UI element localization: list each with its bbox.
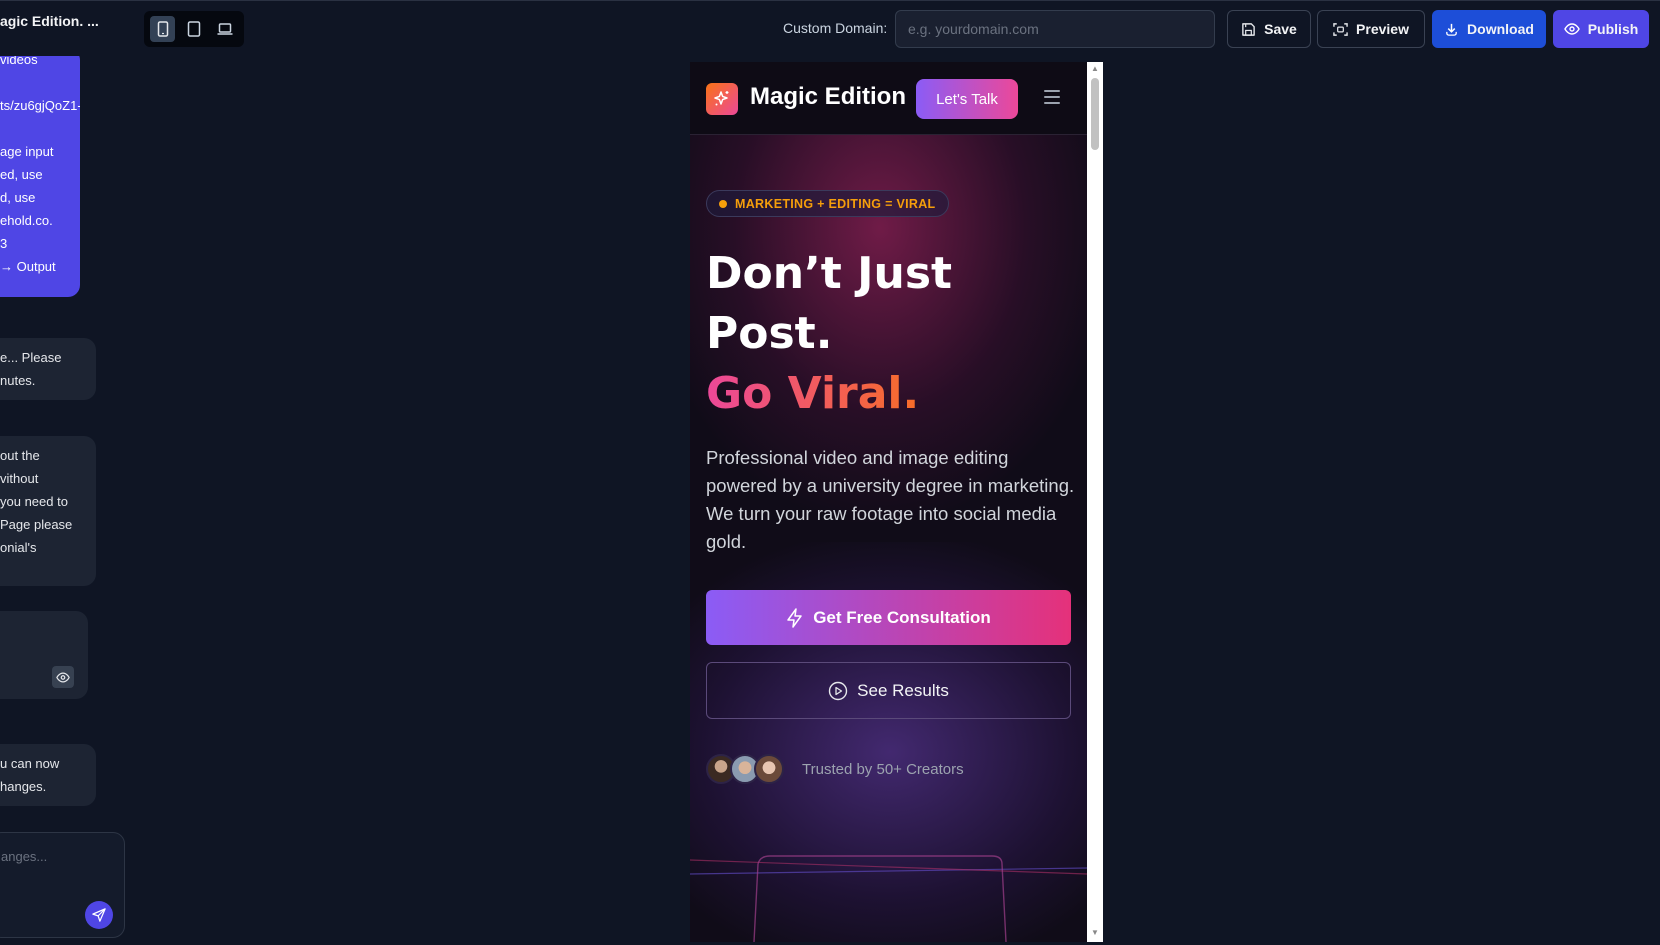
message-line: 3 [0, 236, 8, 251]
hamburger-menu-icon[interactable] [1044, 90, 1060, 104]
lets-talk-button[interactable]: Let's Talk [916, 79, 1018, 119]
message-line: ed, use [0, 167, 43, 182]
preview-button[interactable]: Preview [1317, 10, 1425, 48]
view-version-button[interactable] [52, 666, 74, 688]
message-line: vithout [0, 471, 39, 486]
device-toggle [144, 11, 244, 47]
tablet-icon [187, 21, 201, 37]
chat-input-box[interactable]: anges... [0, 832, 125, 938]
desktop-view-button[interactable] [213, 16, 238, 42]
brand-name[interactable]: Magic Edition [750, 83, 906, 111]
scan-icon [1333, 22, 1348, 36]
message-line: ts/zu6gjQoZ1- [0, 98, 80, 113]
scroll-down-arrow-icon[interactable]: ▼ [1091, 928, 1099, 937]
eye-icon [1563, 23, 1580, 35]
publish-label: Publish [1587, 21, 1639, 37]
hero-badge: MARKETING + EDITING = VIRAL [706, 190, 950, 217]
assistant-message [0, 611, 88, 699]
custom-domain-label: Custom Domain: [783, 20, 888, 36]
message-line: onial's [0, 540, 37, 555]
badge-text: MARKETING + EDITING = VIRAL [735, 196, 936, 211]
preview-scrollbar[interactable] [1091, 78, 1099, 150]
save-icon [1242, 22, 1255, 36]
smartphone-icon [157, 21, 168, 37]
user-message: videos ts/zu6gjQoZ1- age input ed, use d… [0, 56, 80, 297]
see-results-button[interactable]: See Results [706, 662, 1071, 719]
mobile-view-button[interactable] [150, 16, 176, 42]
zap-icon [787, 607, 802, 628]
save-button[interactable]: Save [1227, 10, 1311, 48]
assistant-message: e... Please nutes. [0, 338, 96, 400]
download-button[interactable]: Download [1432, 10, 1546, 48]
message-line: nutes. [0, 373, 36, 388]
message-line: ehold.co. [0, 213, 53, 228]
send-button[interactable] [85, 901, 113, 929]
message-line: out the [0, 448, 40, 463]
avatar [754, 754, 784, 784]
sparkles-icon [714, 91, 729, 106]
badge-dot [719, 199, 727, 208]
play-circle-icon [828, 681, 848, 700]
assistant-message: out the vithout you need to Page please … [0, 436, 96, 586]
message-line: age input [0, 144, 54, 159]
headline-line-1: Don’t Just [706, 248, 953, 299]
message-line: → Output [0, 259, 56, 274]
download-icon [1446, 23, 1457, 36]
top-toolbar: agic Edition. ... Custom Domain: Save Pr… [0, 0, 1660, 56]
scroll-up-arrow-icon[interactable]: ▲ [1091, 64, 1099, 73]
project-title: agic Edition. ... [0, 13, 99, 29]
headline-line-2: Post. [706, 308, 833, 359]
save-label: Save [1264, 21, 1297, 37]
message-line: videos [0, 56, 38, 67]
secondary-cta-label: See Results [857, 680, 949, 700]
trust-text: Trusted by 50+ Creators [802, 761, 964, 778]
brand-logo[interactable] [706, 83, 738, 115]
message-line: e... Please [0, 350, 62, 365]
preview-viewport[interactable]: Magic Edition Let's Talk MARKETING + EDI… [690, 62, 1087, 942]
preview-label: Preview [1356, 21, 1409, 37]
get-free-consultation-button[interactable]: Get Free Consultation [706, 590, 1071, 645]
chat-input-placeholder: anges... [1, 849, 48, 864]
hero-headline: Don’t Just Post. Go Viral. [706, 244, 952, 424]
message-line: hanges. [0, 779, 47, 794]
device-mockup-outline [690, 855, 1087, 942]
download-label: Download [1467, 21, 1534, 37]
message-line: d, use [0, 190, 36, 205]
message-line [0, 117, 72, 140]
message-line: Page please [0, 517, 73, 532]
publish-button[interactable]: Publish [1553, 10, 1649, 48]
headline-highlight: Go Viral. [706, 364, 952, 424]
preview-frame: Magic Edition Let's Talk MARKETING + EDI… [690, 62, 1103, 942]
custom-domain-input[interactable] [895, 10, 1215, 48]
send-icon [92, 908, 106, 922]
message-line: u can now [0, 756, 60, 771]
cta-label: Get Free Consultation [813, 607, 991, 627]
assistant-message: u can now hanges. [0, 744, 96, 806]
chat-sidebar: videos ts/zu6gjQoZ1- age input ed, use d… [0, 56, 130, 945]
site-navbar: Magic Edition Let's Talk [690, 62, 1087, 135]
creator-avatars [706, 754, 788, 784]
hero-description: Professional video and image editing pow… [706, 447, 1075, 552]
tablet-view-button[interactable] [181, 16, 206, 42]
eye-icon [56, 672, 70, 682]
laptop-icon [217, 23, 233, 35]
message-line [0, 71, 72, 94]
message-line: you need to [0, 494, 68, 509]
